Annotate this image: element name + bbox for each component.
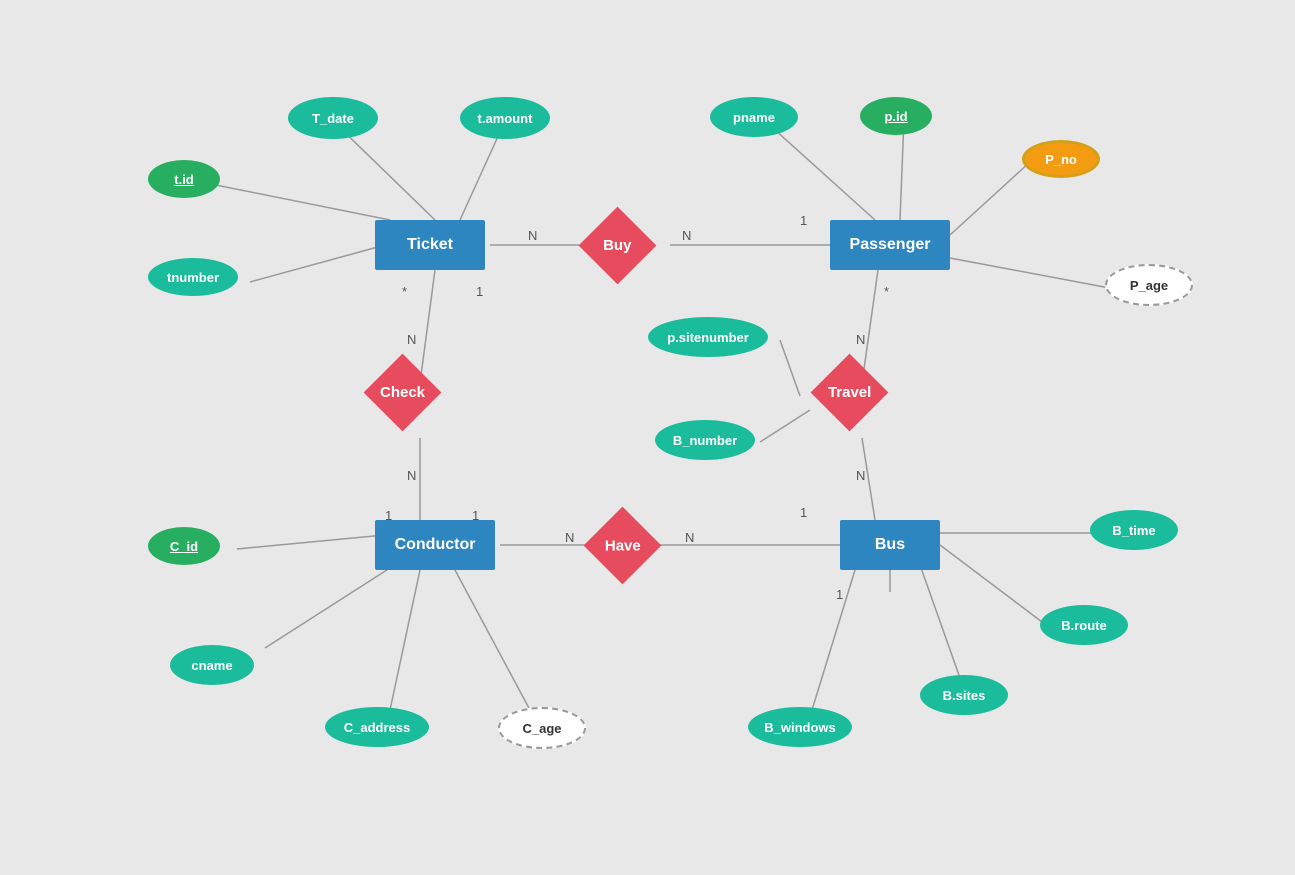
- cardinality-ticket-check-star: *: [402, 284, 407, 299]
- attr-p-sitenumber: p.sitenumber: [648, 317, 768, 357]
- attr-b-sites: B.sites: [920, 675, 1008, 715]
- attr-p-id: p.id: [860, 97, 932, 135]
- attr-t-date: T_date: [288, 97, 378, 139]
- attr-p-no: P_no: [1022, 140, 1100, 178]
- attr-c-id: C_id: [148, 527, 220, 565]
- attr-b-time: B_time: [1090, 510, 1178, 550]
- cardinality-check-ticket-n: N: [407, 332, 416, 347]
- cardinality-bus-bottom-1: 1: [836, 587, 843, 602]
- cardinality-bus-travel-1: 1: [800, 505, 807, 520]
- connection-lines: [0, 0, 1295, 875]
- attr-p-age: P_age: [1105, 264, 1193, 306]
- cardinality-travel-bus-n: N: [856, 468, 865, 483]
- relationship-have[interactable]: Have: [584, 507, 662, 585]
- entity-ticket[interactable]: Ticket: [375, 220, 485, 270]
- attr-b-windows: B_windows: [748, 707, 852, 747]
- attr-c-address: C_address: [325, 707, 429, 747]
- relationship-buy[interactable]: Buy: [579, 207, 657, 285]
- relationship-travel[interactable]: Travel: [811, 354, 889, 432]
- cardinality-ticket-buy-n: N: [528, 228, 537, 243]
- attr-cname: cname: [170, 645, 254, 685]
- cardinality-conductor-have-n: N: [565, 530, 574, 545]
- attr-b-route: B.route: [1040, 605, 1128, 645]
- entity-passenger[interactable]: Passenger: [830, 220, 950, 270]
- cardinality-pass-star: *: [884, 284, 889, 299]
- attr-t-id: t.id: [148, 160, 220, 198]
- cardinality-have-bus-n: N: [685, 530, 694, 545]
- er-diagram: Ticket Passenger Conductor Bus Buy Check…: [0, 0, 1295, 875]
- entity-conductor[interactable]: Conductor: [375, 520, 495, 570]
- cardinality-have-bus-1: 1: [472, 508, 479, 523]
- attr-pname: pname: [710, 97, 798, 137]
- cardinality-buy-pass-n: N: [682, 228, 691, 243]
- attr-t-amount: t.amount: [460, 97, 550, 139]
- relationship-check[interactable]: Check: [364, 354, 442, 432]
- cardinality-pass-buy-1: 1: [800, 213, 807, 228]
- cardinality-pass-travel-n: N: [856, 332, 865, 347]
- attr-b-number: B_number: [655, 420, 755, 460]
- cardinality-check-conductor-n: N: [407, 468, 416, 483]
- entity-bus[interactable]: Bus: [840, 520, 940, 570]
- cardinality-ticket-check-1: 1: [476, 284, 483, 299]
- cardinality-conductor-have-1: 1: [385, 508, 392, 523]
- attr-tnumber: tnumber: [148, 258, 238, 296]
- attr-c-age: C_age: [498, 707, 586, 749]
